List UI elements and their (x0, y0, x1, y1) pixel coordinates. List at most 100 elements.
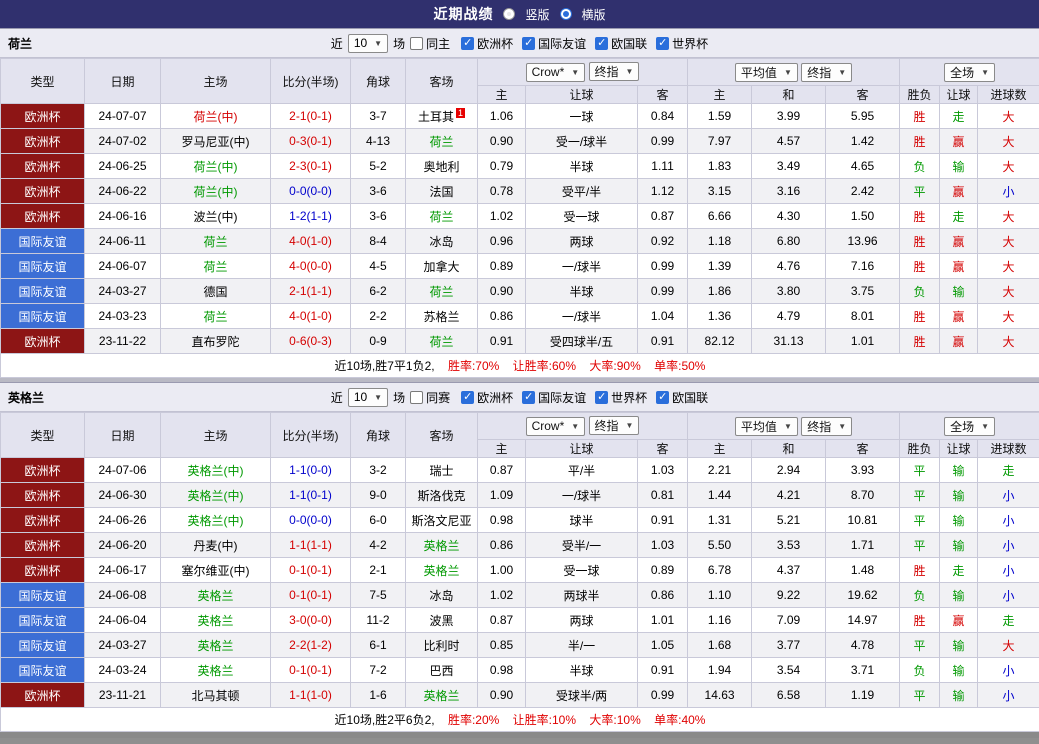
away-team-link[interactable]: 英格兰 (405, 557, 478, 583)
unit-label: 场 (393, 390, 406, 405)
scope-select[interactable]: 全场 ▼ (944, 62, 995, 82)
away-team-link[interactable]: 冰岛 (405, 582, 478, 608)
away-team-link[interactable]: 荷兰 (405, 128, 478, 154)
corners-cell: 4-13 (350, 128, 406, 154)
handicap-home-odds-cell: 0.96 (477, 228, 526, 254)
away-team-link[interactable]: 英格兰 (405, 682, 478, 708)
league-checkbox[interactable] (656, 390, 670, 404)
odds-time-select[interactable]: 终指 ▼ (588, 416, 640, 436)
competition-cell: 欧洲杯 (0, 203, 85, 229)
away-team-link[interactable]: 瑞士 (405, 457, 478, 483)
league-checkbox[interactable] (522, 390, 536, 404)
horizontal-layout-radio[interactable] (559, 8, 572, 20)
home-team-link[interactable]: 丹麦(中) (160, 532, 271, 558)
home-team-link[interactable]: 英格兰 (160, 657, 271, 683)
handicap-home-odds-cell: 0.98 (477, 657, 526, 683)
bookmaker-select[interactable]: Crow* ▼ (525, 62, 586, 82)
home-team-link[interactable]: 德国 (160, 278, 271, 304)
league-checkbox[interactable] (595, 36, 609, 50)
handicap-home-odds-cell: 1.06 (477, 103, 526, 129)
avg-draw-odds-cell: 3.80 (751, 278, 827, 304)
home-team-link[interactable]: 荷兰(中) (160, 153, 271, 179)
home-team-link[interactable]: 波兰(中) (160, 203, 271, 229)
avg-home-odds-cell: 1.94 (687, 657, 753, 683)
avg-home-odds-cell: 1.83 (687, 153, 753, 179)
away-team-link[interactable]: 斯洛文尼亚 (405, 507, 478, 533)
home-team-link[interactable]: 英格兰(中) (160, 457, 271, 483)
home-team-link[interactable]: 英格兰 (160, 582, 271, 608)
away-team-link[interactable]: 英格兰 (405, 532, 478, 558)
match-count-select[interactable]: 10 ▼ (347, 387, 389, 407)
filter-bar: 近 10▼ 场 同主 欧洲杯 国际友谊 欧国联 世界杯 (0, 33, 1039, 53)
league-checkbox[interactable] (461, 390, 475, 404)
handicap-line-cell: 球半 (525, 507, 638, 533)
match-row: 欧洲杯 24-07-06 英格兰(中) 1-1(0-0) 3-2 瑞士 0.87 平/半 1.0… (0, 457, 1039, 483)
league-checkbox[interactable] (656, 36, 670, 50)
handicap-away-odds-cell: 0.99 (636, 128, 689, 154)
away-team-link[interactable]: 奥地利 (405, 153, 478, 179)
away-team-link[interactable]: 苏格兰 (405, 303, 478, 329)
handicap-win-rate: 让胜率:60% (512, 359, 577, 373)
result-wdl-cell: 胜 (899, 228, 941, 254)
league-label: 欧洲杯 (477, 36, 514, 51)
home-team-link[interactable]: 英格兰 (160, 607, 271, 633)
result-wdl-cell: 平 (899, 532, 941, 558)
bookmaker-select[interactable]: Crow* ▼ (525, 416, 586, 436)
score-cell: 0-1(0-1) (270, 557, 351, 583)
away-team-link[interactable]: 土耳其 1 (405, 103, 478, 129)
home-team-link[interactable]: 荷兰(中) (160, 178, 271, 204)
handicap-home-odds-cell: 1.02 (477, 203, 526, 229)
home-team-link[interactable]: 荷兰 (160, 303, 271, 329)
score-cell: 2-2(1-2) (270, 632, 351, 658)
score-cell: 1-1(1-0) (270, 682, 351, 708)
away-team-link[interactable]: 荷兰 (405, 278, 478, 304)
away-team-link[interactable]: 斯洛伐克 (405, 482, 478, 508)
away-team-link[interactable]: 加拿大 (405, 253, 478, 279)
home-team-link[interactable]: 英格兰(中) (160, 482, 271, 508)
odds-time-select[interactable]: 终指 ▼ (588, 62, 640, 82)
avg-away-odds-cell: 3.93 (825, 457, 901, 483)
home-team-link[interactable]: 直布罗陀 (160, 328, 271, 354)
away-team-link[interactable]: 比利时 (405, 632, 478, 658)
average-time-select[interactable]: 终指 ▼ (801, 62, 853, 82)
competition-cell: 国际友谊 (0, 228, 85, 254)
home-team-link[interactable]: 荷兰 (160, 253, 271, 279)
scope-select[interactable]: 全场 ▼ (944, 416, 995, 436)
match-row: 欧洲杯 24-07-07 荷兰(中) 2-1(0-1) 3-7 土耳其 1 1.06 一球 0.8… (0, 103, 1039, 129)
subcol-header: 进球数 (977, 439, 1039, 458)
result-wdl-cell: 胜 (899, 253, 941, 279)
league-checkbox[interactable] (461, 36, 475, 50)
home-team-link[interactable]: 北马其顿 (160, 682, 271, 708)
same-competition-checkbox[interactable] (410, 390, 424, 404)
avg-home-odds-cell: 6.66 (687, 203, 753, 229)
home-team-link[interactable]: 英格兰(中) (160, 507, 271, 533)
summary-text: 近10场,胜7平1负2, (334, 359, 435, 373)
match-row: 国际友谊 24-06-08 英格兰 0-1(0-1) 7-5 冰岛 1.02 两球半 0.86 1… (0, 582, 1039, 608)
handicap-line-cell: 半球 (525, 278, 638, 304)
away-team-link[interactable]: 冰岛 (405, 228, 478, 254)
average-time-select[interactable]: 终指 ▼ (801, 416, 853, 436)
average-select[interactable]: 平均值 ▼ (734, 62, 798, 82)
home-team-link[interactable]: 英格兰 (160, 632, 271, 658)
home-team-link[interactable]: 荷兰 (160, 228, 271, 254)
league-filters: 欧洲杯 国际友谊 欧国联 世界杯 (455, 35, 708, 52)
handicap-home-odds-cell: 0.89 (477, 253, 526, 279)
away-team-link[interactable]: 巴西 (405, 657, 478, 683)
away-team-link[interactable]: 波黑 (405, 607, 478, 633)
home-team-link[interactable]: 罗马尼亚(中) (160, 128, 271, 154)
match-row: 国际友谊 24-03-27 德国 2-1(1-1) 6-2 荷兰 0.90 半球 0.99 1.8… (0, 278, 1039, 304)
match-count-select[interactable]: 10 ▼ (347, 33, 389, 53)
league-checkbox[interactable] (595, 390, 609, 404)
result-wdl-cell: 平 (899, 507, 941, 533)
average-select[interactable]: 平均值 ▼ (734, 416, 798, 436)
home-team-link[interactable]: 塞尔维亚(中) (160, 557, 271, 583)
away-team-link[interactable]: 荷兰 (405, 203, 478, 229)
same-home-checkbox[interactable] (410, 36, 424, 50)
away-team-link[interactable]: 荷兰 (405, 328, 478, 354)
result-goals-cell: 小 (977, 482, 1039, 508)
vertical-layout-radio[interactable] (503, 8, 516, 20)
home-team-link[interactable]: 荷兰(中) (160, 103, 271, 129)
score-cell: 0-3(0-1) (270, 128, 351, 154)
away-team-link[interactable]: 法国 (405, 178, 478, 204)
league-checkbox[interactable] (522, 36, 536, 50)
